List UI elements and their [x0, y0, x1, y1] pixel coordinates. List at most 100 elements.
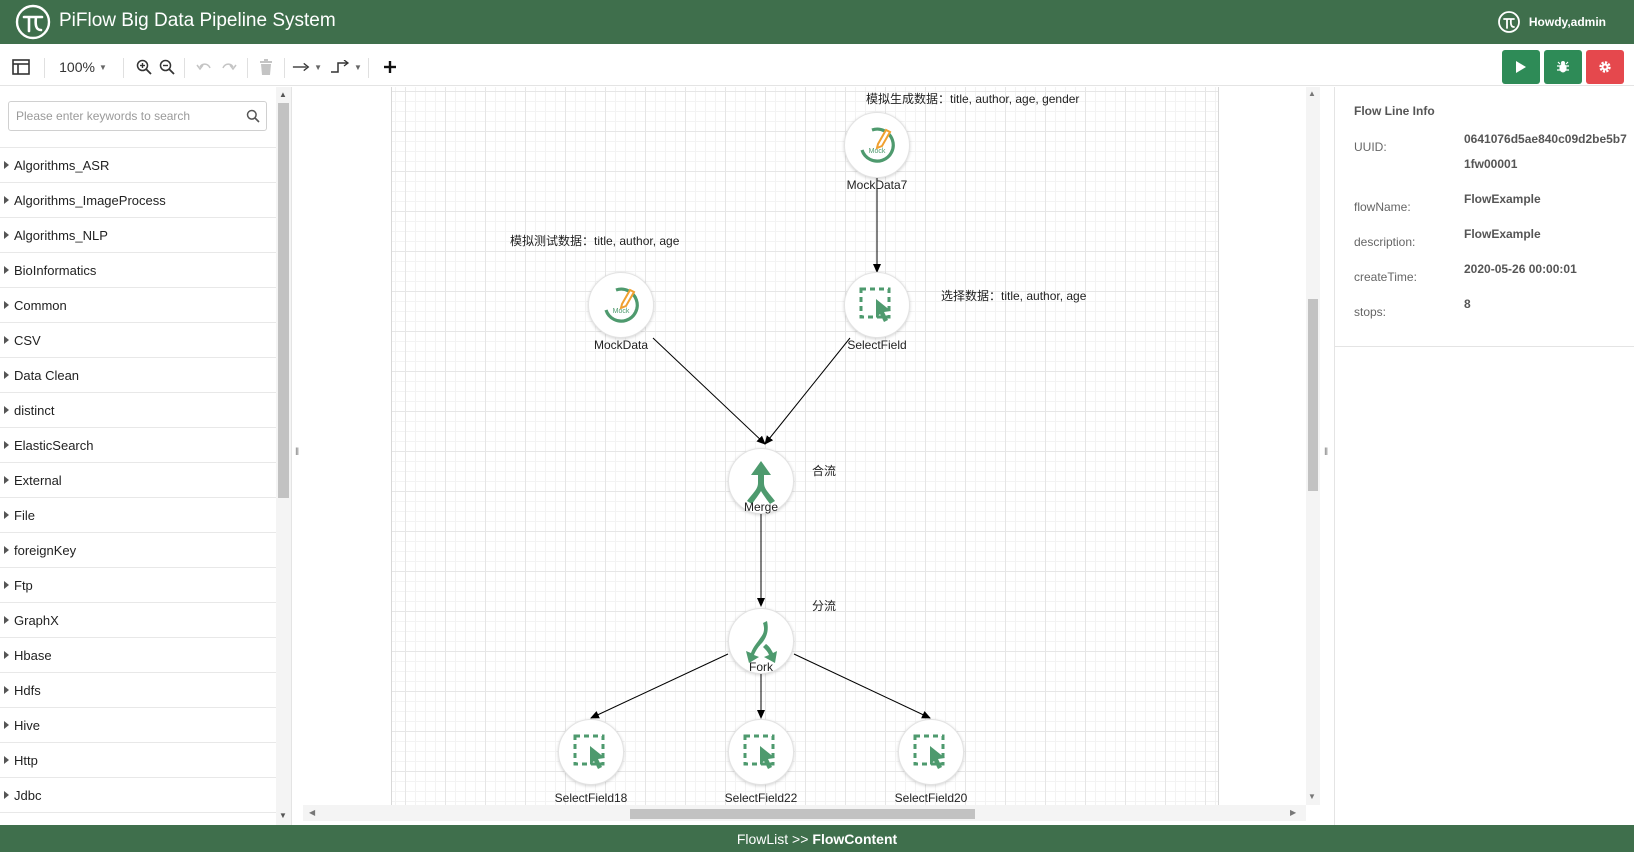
scroll-down-icon[interactable]: ▼	[279, 811, 287, 820]
zoom-dropdown[interactable]: 100% ▼	[56, 48, 110, 86]
category-item[interactable]: Common	[0, 288, 276, 323]
chevron-down-icon: ▼	[354, 62, 362, 72]
breadcrumb-footer: FlowList >> FlowContent	[0, 825, 1634, 852]
trash-icon	[260, 59, 272, 75]
search-input[interactable]	[9, 102, 234, 130]
category-item[interactable]: Jdbc	[0, 778, 276, 813]
search-icon[interactable]	[246, 109, 260, 123]
category-label: ElasticSearch	[14, 437, 94, 453]
node-selectfield20[interactable]	[898, 719, 964, 785]
category-item[interactable]: Algorithms_ImageProcess	[0, 183, 276, 218]
merge-icon	[747, 461, 775, 504]
mock-icon: Mock	[860, 127, 895, 163]
category-item[interactable]: GraphX	[0, 603, 276, 638]
scroll-down-icon[interactable]: ▼	[1308, 792, 1316, 801]
zoom-in-icon	[136, 59, 152, 75]
toolbar-divider	[284, 58, 285, 78]
user-menu[interactable]: Howdy,admin	[1497, 10, 1606, 34]
editor-toolbar: 100% ▼ ▼ ▼	[0, 48, 1634, 86]
category-item[interactable]: Data Clean	[0, 358, 276, 393]
category-item[interactable]: CSV	[0, 323, 276, 358]
piflow-logo-icon	[15, 4, 51, 40]
canvas-horizontal-scroll-thumb[interactable]	[630, 809, 975, 819]
info-value-uuid: 0641076d5ae840c09d2be5b71fw00001	[1464, 132, 1627, 171]
delete-button[interactable]	[256, 48, 276, 86]
layout-panel-icon	[12, 59, 30, 75]
undo-button[interactable]	[194, 48, 214, 86]
settings-button[interactable]	[1586, 50, 1624, 84]
connection-style-dropdown[interactable]: ▼	[292, 48, 322, 86]
category-label: Hbase	[14, 647, 52, 663]
toggle-panels-button[interactable]	[8, 48, 34, 86]
breadcrumb-current: FlowContent	[812, 830, 898, 847]
category-label: BioInformatics	[14, 262, 97, 278]
node-label-fork: Fork	[749, 660, 773, 674]
waypoints-dropdown[interactable]: ▼	[330, 48, 362, 86]
category-label: Ftp	[14, 577, 33, 593]
node-mockdata7[interactable]: Mock	[844, 112, 910, 178]
caret-right-icon	[4, 686, 9, 694]
canvas-vertical-scroll-thumb[interactable]	[1308, 299, 1318, 491]
category-label: Algorithms_NLP	[14, 227, 108, 243]
debug-button[interactable]	[1544, 50, 1582, 84]
add-stop-button[interactable]	[380, 48, 400, 86]
node-selectfield18[interactable]	[558, 719, 624, 785]
scroll-left-icon[interactable]: ◀	[309, 808, 315, 817]
scroll-right-icon[interactable]: ▶	[1290, 808, 1296, 817]
caret-right-icon	[4, 441, 9, 449]
category-item[interactable]: External	[0, 463, 276, 498]
scroll-up-icon[interactable]: ▲	[1308, 89, 1316, 98]
user-greeting[interactable]: Howdy,admin	[1529, 15, 1606, 29]
category-label: foreignKey	[14, 542, 77, 558]
zoom-out-button[interactable]	[157, 48, 177, 86]
category-list: Algorithms_ASR Algorithms_ImageProcess Alg…	[0, 147, 276, 813]
zoom-in-button[interactable]	[134, 48, 154, 86]
category-label: Common	[14, 297, 67, 313]
left-resize-handle[interactable]: ‖	[295, 447, 299, 458]
undo-icon	[196, 63, 211, 71]
scroll-up-icon[interactable]: ▲	[279, 90, 287, 99]
node-note-selectfield: 选择数据：title, author, age	[941, 289, 1087, 303]
zoom-level-value: 100%	[59, 59, 95, 75]
caret-right-icon	[4, 371, 9, 379]
category-item[interactable]: Hive	[0, 708, 276, 743]
category-item[interactable]: Algorithms_ASR	[0, 148, 276, 183]
right-resize-handle[interactable]: ‖	[1324, 447, 1328, 458]
category-item[interactable]: BioInformatics	[0, 253, 276, 288]
caret-right-icon	[4, 756, 9, 764]
category-item[interactable]: foreignKey	[0, 533, 276, 568]
category-item[interactable]: Ftp	[0, 568, 276, 603]
node-label-selectfield20: SelectField20	[894, 791, 968, 805]
category-item[interactable]: File	[0, 498, 276, 533]
info-value-description: FlowExample	[1464, 227, 1541, 241]
node-selectfield[interactable]	[844, 272, 910, 338]
category-item[interactable]: Algorithms_NLP	[0, 218, 276, 253]
flow-canvas[interactable]: 模拟生成数据：title, author, age, gender Mock M…	[303, 87, 1306, 825]
node-note-merge: 合流	[812, 464, 837, 478]
caret-right-icon	[4, 791, 9, 799]
redo-button[interactable]	[219, 48, 239, 86]
category-item[interactable]: distinct	[0, 393, 276, 428]
sidebar-scroll-thumb[interactable]	[278, 103, 289, 498]
user-logo-icon	[1497, 11, 1520, 33]
category-item[interactable]: Http	[0, 743, 276, 778]
category-label: CSV	[14, 332, 41, 348]
zoom-out-icon	[159, 59, 175, 75]
category-label: GraphX	[14, 612, 59, 628]
info-key-createtime: createTime:	[1354, 270, 1417, 284]
node-mockdata[interactable]: Mock	[588, 272, 654, 338]
breadcrumb-flowlist-link[interactable]: FlowList >>	[737, 831, 809, 847]
toolbar-divider	[123, 58, 124, 78]
app-title: PiFlow Big Data Pipeline System	[59, 10, 336, 31]
category-item[interactable]: Hdfs	[0, 673, 276, 708]
run-button[interactable]	[1502, 50, 1540, 84]
caret-right-icon	[4, 616, 9, 624]
category-item[interactable]: ElasticSearch	[0, 428, 276, 463]
elbow-connector-icon	[331, 60, 350, 73]
category-item[interactable]: Hbase	[0, 638, 276, 673]
caret-right-icon	[4, 546, 9, 554]
caret-right-icon	[4, 161, 9, 169]
edge-selectfield-merge	[764, 337, 851, 445]
caret-right-icon	[4, 721, 9, 729]
node-selectfield22[interactable]	[728, 719, 794, 785]
